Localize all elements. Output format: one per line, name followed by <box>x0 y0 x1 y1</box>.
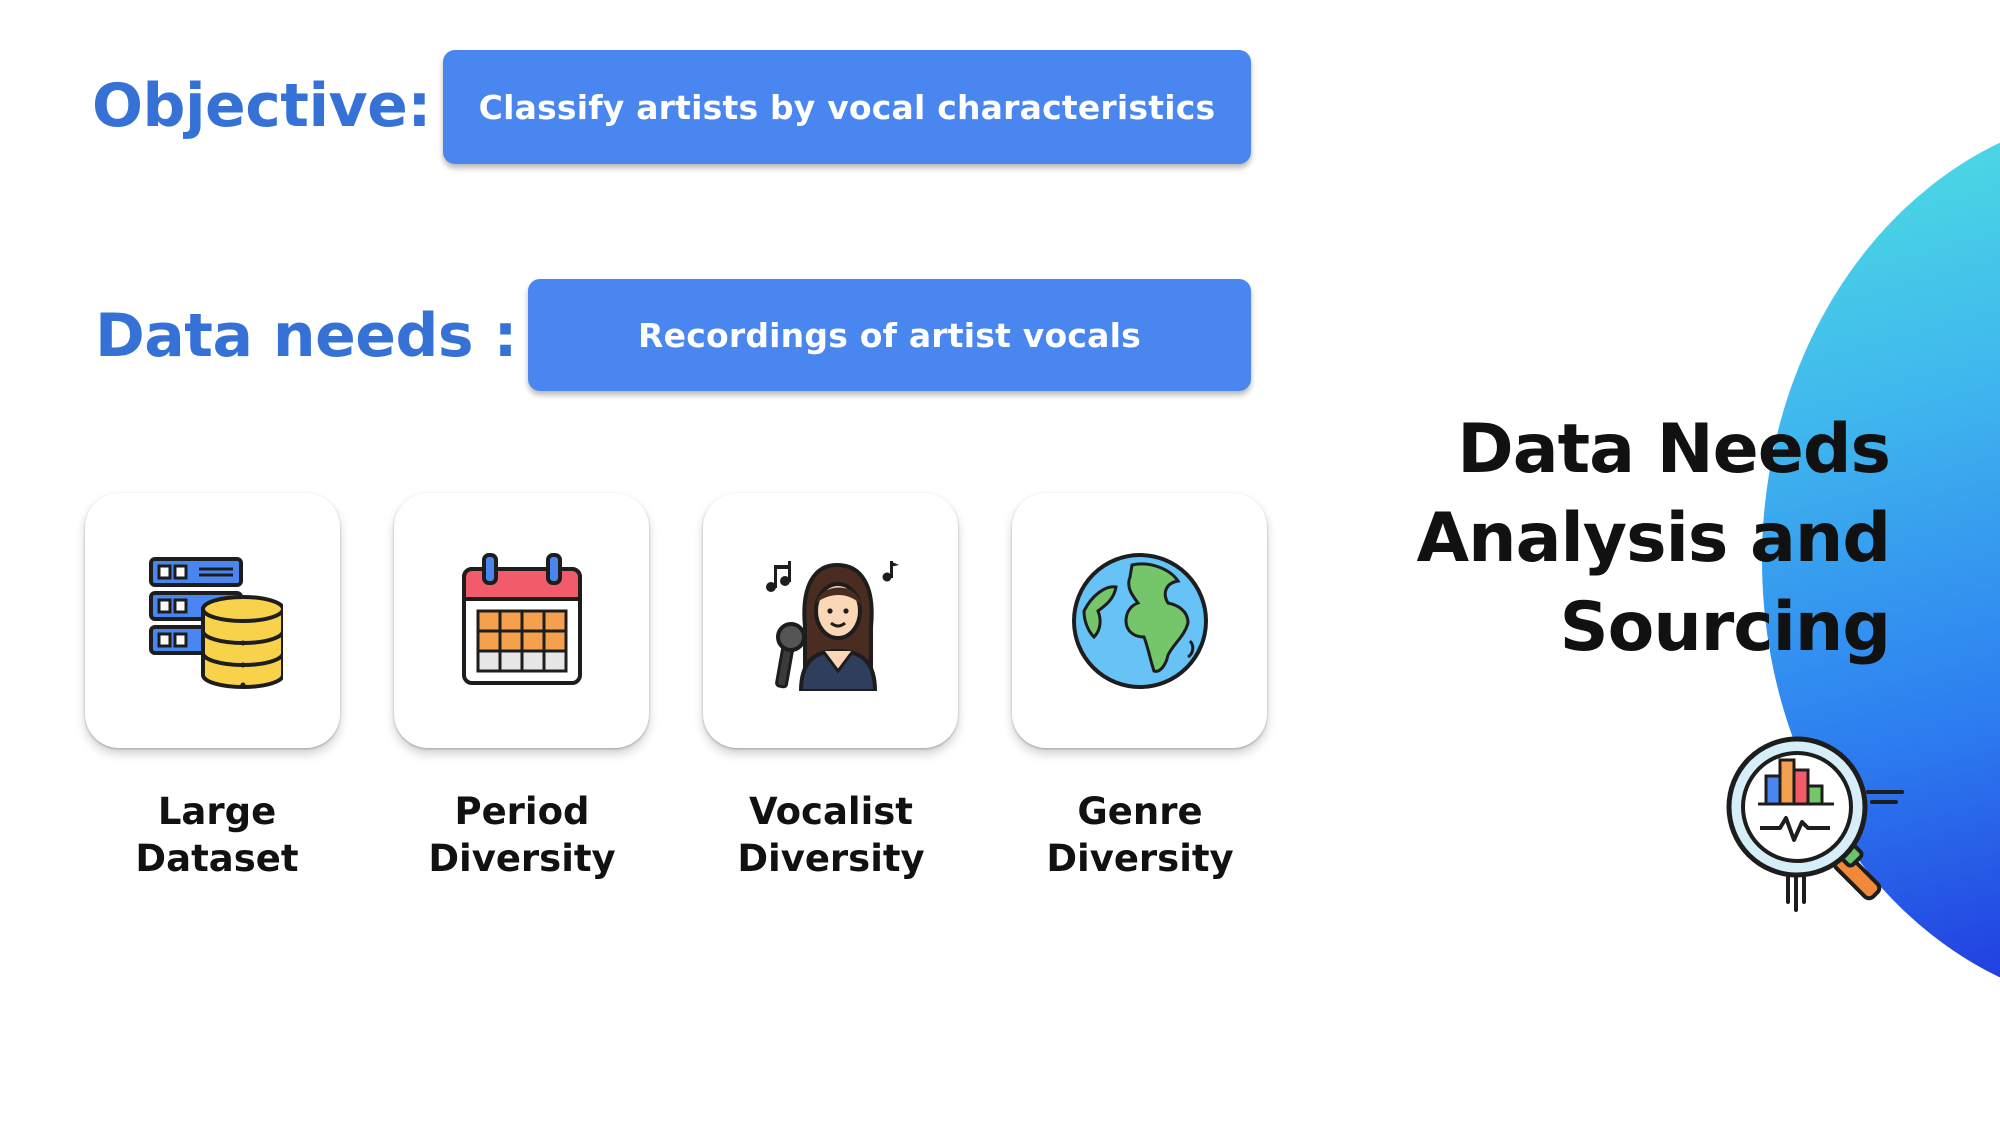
caption-line-2: Diversity <box>428 837 616 880</box>
card-large-dataset <box>85 493 340 748</box>
caption-genre-diversity: Genre Diversity <box>990 788 1290 882</box>
slide-title-line-1: Data Needs <box>1457 410 1891 489</box>
caption-line-1: Period <box>454 790 590 833</box>
objective-pill: Classify artists by vocal characteristic… <box>443 50 1251 164</box>
slide-title-line-2: Analysis and <box>1416 499 1891 578</box>
card-period-diversity <box>394 493 649 748</box>
caption-period-diversity: Period Diversity <box>372 788 672 882</box>
caption-line-1: Vocalist <box>748 790 913 833</box>
calendar-icon <box>462 553 582 685</box>
caption-line-2: Diversity <box>1046 837 1234 880</box>
data-needs-pill: Recordings of artist vocals <box>528 279 1251 391</box>
data-needs-label: Data needs : <box>95 301 518 371</box>
caption-line-2: Diversity <box>737 837 925 880</box>
caption-vocalist-diversity: Vocalist Diversity <box>681 788 981 882</box>
caption-line-1: Large <box>157 790 277 833</box>
slide: Objective: Classify artists by vocal cha… <box>0 0 2000 1125</box>
card-genre-diversity <box>1012 493 1267 748</box>
database-icon <box>149 557 283 689</box>
globe-icon <box>1072 553 1208 689</box>
card-vocalist-diversity <box>703 493 958 748</box>
caption-large-dataset: Large Dataset <box>67 788 367 882</box>
singer-icon <box>766 561 899 691</box>
objective-label: Objective: <box>92 71 431 141</box>
magnifier-chart-icon <box>1726 736 1904 912</box>
caption-line-1: Genre <box>1077 790 1203 833</box>
slide-title-line-3: Sourcing <box>1559 588 1891 667</box>
caption-line-2: Dataset <box>135 837 299 880</box>
slide-title: Data Needs Analysis and Sourcing <box>1416 405 1891 672</box>
